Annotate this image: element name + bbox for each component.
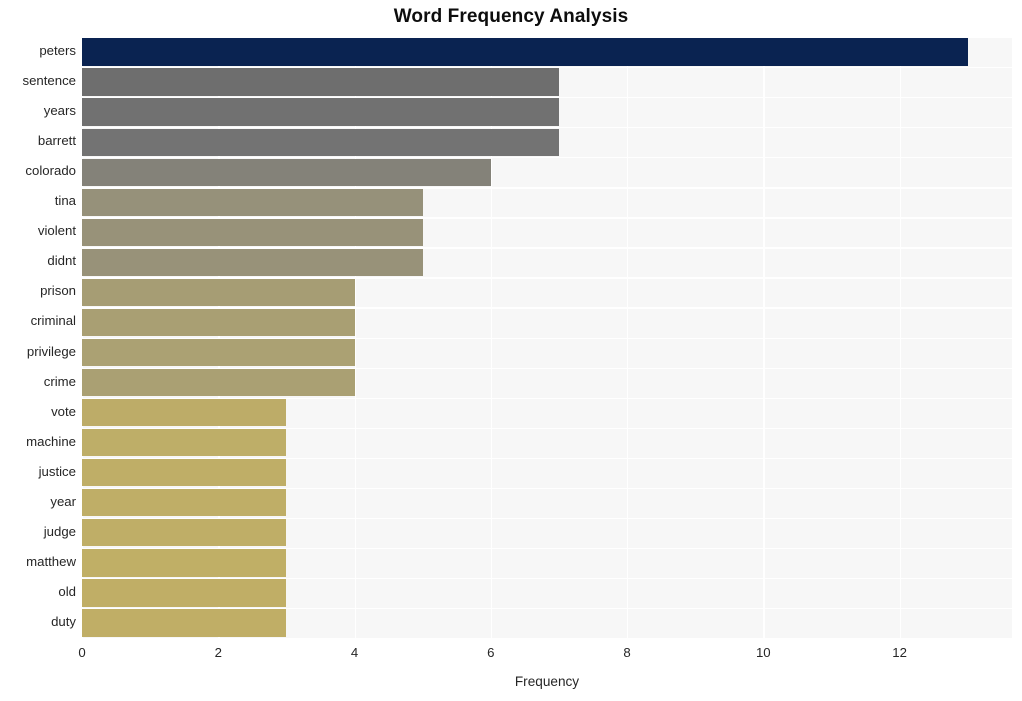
bar-sentence[interactable] — [82, 68, 559, 96]
y-tick-label-judge: judge — [43, 523, 76, 539]
bar-vote[interactable] — [82, 398, 287, 427]
bar-peters[interactable] — [82, 38, 968, 66]
y-tick-label-machine: machine — [26, 433, 76, 449]
bar-row — [82, 429, 1012, 457]
bar-row — [82, 549, 1012, 577]
bar-row — [82, 398, 1012, 427]
y-axis-tick-labels: peters sentence years barrett colorado tina vi… — [0, 37, 76, 638]
y-tick-label-barrett: barrett — [37, 133, 76, 149]
bar-crime[interactable] — [82, 368, 355, 397]
y-tick-label-years: years — [43, 103, 76, 119]
bar-row — [82, 519, 1012, 547]
bar-row — [82, 38, 1012, 66]
bar-year[interactable] — [82, 489, 287, 517]
bar-row — [82, 188, 1012, 216]
x-tick-label-8: 8 — [623, 645, 631, 660]
x-tick-label-6: 6 — [487, 645, 495, 660]
bar-row — [82, 459, 1012, 487]
y-tick-label-peters: peters — [39, 43, 76, 59]
bar-years[interactable] — [82, 98, 559, 126]
y-tick-label-old: old — [58, 583, 76, 599]
y-tick-label-sentence: sentence — [22, 73, 76, 89]
y-tick-label-didnt: didnt — [47, 253, 76, 269]
bar-row — [82, 489, 1012, 517]
y-tick-label-duty: duty — [51, 613, 76, 629]
bar-row — [82, 128, 1012, 156]
bar-row — [82, 609, 1012, 637]
bar-duty[interactable] — [82, 609, 287, 637]
y-tick-label-vote: vote — [51, 403, 76, 419]
x-axis-title: Frequency — [514, 674, 580, 689]
x-axis-tick-labels: 0 2 4 6 8 10 12 — [78, 645, 1012, 667]
bar-row — [82, 98, 1012, 126]
x-tick-label-10: 10 — [755, 645, 771, 660]
bar-row — [82, 248, 1012, 277]
bar-didnt[interactable] — [82, 248, 423, 277]
y-tick-label-criminal: criminal — [30, 313, 76, 329]
plot-area — [82, 37, 1012, 638]
word-frequency-chart-figure: Word Frequency Analysis peters sentence ye… — [0, 0, 1022, 701]
bar-judge[interactable] — [82, 519, 287, 547]
x-tick-label-12: 12 — [892, 645, 907, 660]
y-tick-label-year: year — [50, 493, 76, 509]
bar-colorado[interactable] — [82, 158, 491, 186]
x-tick-label-0: 0 — [78, 645, 86, 660]
bar-tina[interactable] — [82, 188, 423, 216]
bar-row — [82, 579, 1012, 607]
y-tick-label-privilege: privilege — [26, 343, 76, 359]
y-tick-label-prison: prison — [40, 283, 76, 299]
y-tick-label-justice: justice — [38, 463, 76, 479]
bar-privilege[interactable] — [82, 338, 355, 367]
bar-machine[interactable] — [82, 429, 287, 457]
bar-prison[interactable] — [82, 278, 355, 307]
bar-row — [82, 308, 1012, 337]
bar-criminal[interactable] — [82, 308, 355, 337]
x-tick-label-2: 2 — [214, 645, 222, 660]
bar-row — [82, 338, 1012, 367]
chart-title: Word Frequency Analysis — [393, 6, 629, 27]
bar-violent[interactable] — [82, 218, 423, 246]
y-tick-label-violent: violent — [37, 223, 76, 239]
bar-old[interactable] — [82, 579, 287, 607]
bar-row — [82, 158, 1012, 186]
x-tick-label-4: 4 — [350, 645, 359, 660]
bar-row — [82, 368, 1012, 397]
y-tick-label-matthew: matthew — [26, 553, 76, 569]
bar-matthew[interactable] — [82, 549, 287, 577]
bar-row — [82, 218, 1012, 246]
y-tick-label-crime: crime — [43, 373, 76, 389]
y-tick-label-colorado: colorado — [25, 163, 76, 179]
bar-row — [82, 68, 1012, 96]
bar-barrett[interactable] — [82, 128, 559, 156]
y-tick-label-tina: tina — [54, 193, 76, 209]
bar-row — [82, 278, 1012, 307]
bar-justice[interactable] — [82, 459, 287, 487]
